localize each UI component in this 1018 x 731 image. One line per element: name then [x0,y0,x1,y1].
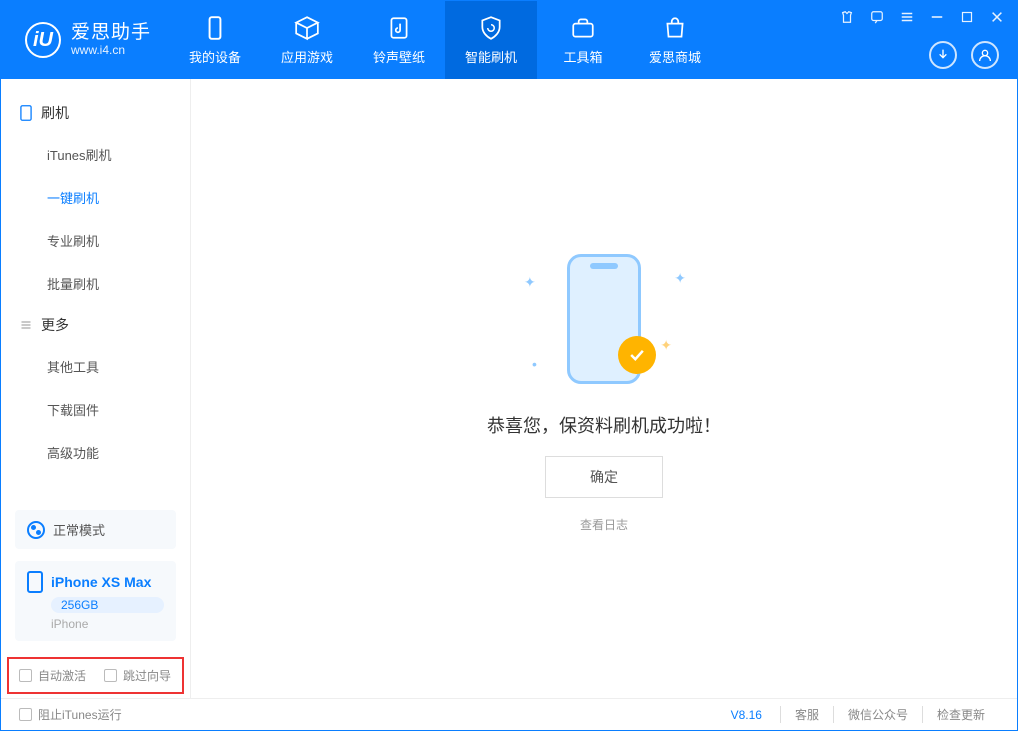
highlighted-options: 自动激活 跳过向导 [7,657,184,694]
check-badge-icon [618,336,656,374]
sidebar-item-oneclick-flash[interactable]: 一键刷机 [1,176,190,219]
minimize-icon[interactable] [929,9,945,25]
sidebar-item-other-tools[interactable]: 其他工具 [1,345,190,388]
toolbox-icon [570,15,596,41]
menu-icon[interactable] [899,9,915,25]
app-url: www.i4.cn [71,44,151,57]
user-button[interactable] [971,41,999,69]
nav-toolbox[interactable]: 工具箱 [537,1,629,79]
nav-my-device[interactable]: 我的设备 [169,1,261,79]
ok-button[interactable]: 确定 [545,456,663,498]
version-label: V8.16 [731,708,762,722]
music-file-icon [386,15,412,41]
sparkle-icon: • [532,356,537,372]
list-icon [19,318,33,332]
phone-icon [202,15,228,41]
bag-icon [662,15,688,41]
logo-text: 爱思助手 www.i4.cn [71,23,151,57]
block-itunes-checkbox[interactable]: 阻止iTunes运行 [19,706,122,723]
view-log-link[interactable]: 查看日志 [580,516,628,533]
nav-apps-games[interactable]: 应用游戏 [261,1,353,79]
status-bar: 阻止iTunes运行 V8.16 客服 微信公众号 检查更新 [1,698,1017,730]
logo: iU 爱思助手 www.i4.cn [1,22,169,58]
sidebar-section-more: 更多 [1,305,190,345]
sidebar-item-download-firmware[interactable]: 下载固件 [1,388,190,431]
app-header: iU 爱思助手 www.i4.cn 我的设备 应用游戏 铃声壁纸 智能刷机 工具… [1,1,1017,79]
device-mode-box[interactable]: 正常模式 [15,510,176,549]
nav-ringtones-wallpapers[interactable]: 铃声壁纸 [353,1,445,79]
nav-label: 我的设备 [189,47,241,66]
success-message: 恭喜您，保资料刷机成功啦！ [487,412,721,438]
sidebar: 刷机 iTunes刷机 一键刷机 专业刷机 批量刷机 更多 其他工具 下载固件 … [1,79,191,698]
shirt-icon[interactable] [839,9,855,25]
chk-label: 阻止iTunes运行 [38,706,122,723]
close-icon[interactable] [989,9,1005,25]
nav-label: 应用游戏 [281,47,333,66]
section-title: 刷机 [41,103,69,123]
device-capacity: 256GB [51,597,164,613]
footer-link-wechat[interactable]: 微信公众号 [833,706,922,723]
sparkle-icon: ✦ [660,337,672,354]
chk-label: 自动激活 [38,667,86,684]
maximize-icon[interactable] [959,9,975,25]
cube-icon [294,15,320,41]
nav-smart-flash[interactable]: 智能刷机 [445,1,537,79]
app-name: 爱思助手 [71,23,151,44]
shield-refresh-icon [478,15,504,41]
nav-label: 工具箱 [564,47,603,66]
nav-label: 智能刷机 [465,47,517,66]
sparkle-icon: ✦ [524,274,536,291]
phone-outline-icon [19,106,33,120]
sidebar-item-itunes-flash[interactable]: iTunes刷机 [1,133,190,176]
header-right-buttons [929,41,999,69]
nav-label: 铃声壁纸 [373,47,425,66]
section-title: 更多 [41,315,69,335]
sidebar-item-pro-flash[interactable]: 专业刷机 [1,219,190,262]
footer-link-update[interactable]: 检查更新 [922,706,999,723]
sidebar-section-flash: 刷机 [1,93,190,133]
main-content: ✦ ✦ • ✦ 恭喜您，保资料刷机成功啦！ 确定 查看日志 [191,79,1017,698]
device-icon [27,571,43,593]
window-controls [839,9,1005,25]
footer-link-support[interactable]: 客服 [780,706,833,723]
success-illustration: ✦ ✦ • ✦ [514,244,694,394]
chk-label: 跳过向导 [123,667,171,684]
feedback-icon[interactable] [869,9,885,25]
device-type: iPhone [51,617,164,631]
nav-label: 爱思商城 [649,47,701,66]
download-button[interactable] [929,41,957,69]
nav-store[interactable]: 爱思商城 [629,1,721,79]
device-info-box[interactable]: iPhone XS Max 256GB iPhone [15,561,176,641]
normal-mode-icon [27,521,45,539]
logo-icon: iU [25,22,61,58]
sidebar-item-batch-flash[interactable]: 批量刷机 [1,262,190,305]
device-name: iPhone XS Max [51,574,151,590]
auto-activate-checkbox[interactable]: 自动激活 [19,667,86,684]
top-nav: 我的设备 应用游戏 铃声壁纸 智能刷机 工具箱 爱思商城 [169,1,721,79]
skip-guide-checkbox[interactable]: 跳过向导 [104,667,171,684]
sparkle-icon: ✦ [674,270,686,287]
body: 刷机 iTunes刷机 一键刷机 专业刷机 批量刷机 更多 其他工具 下载固件 … [1,79,1017,698]
mode-label: 正常模式 [53,520,105,539]
sidebar-item-advanced[interactable]: 高级功能 [1,431,190,474]
